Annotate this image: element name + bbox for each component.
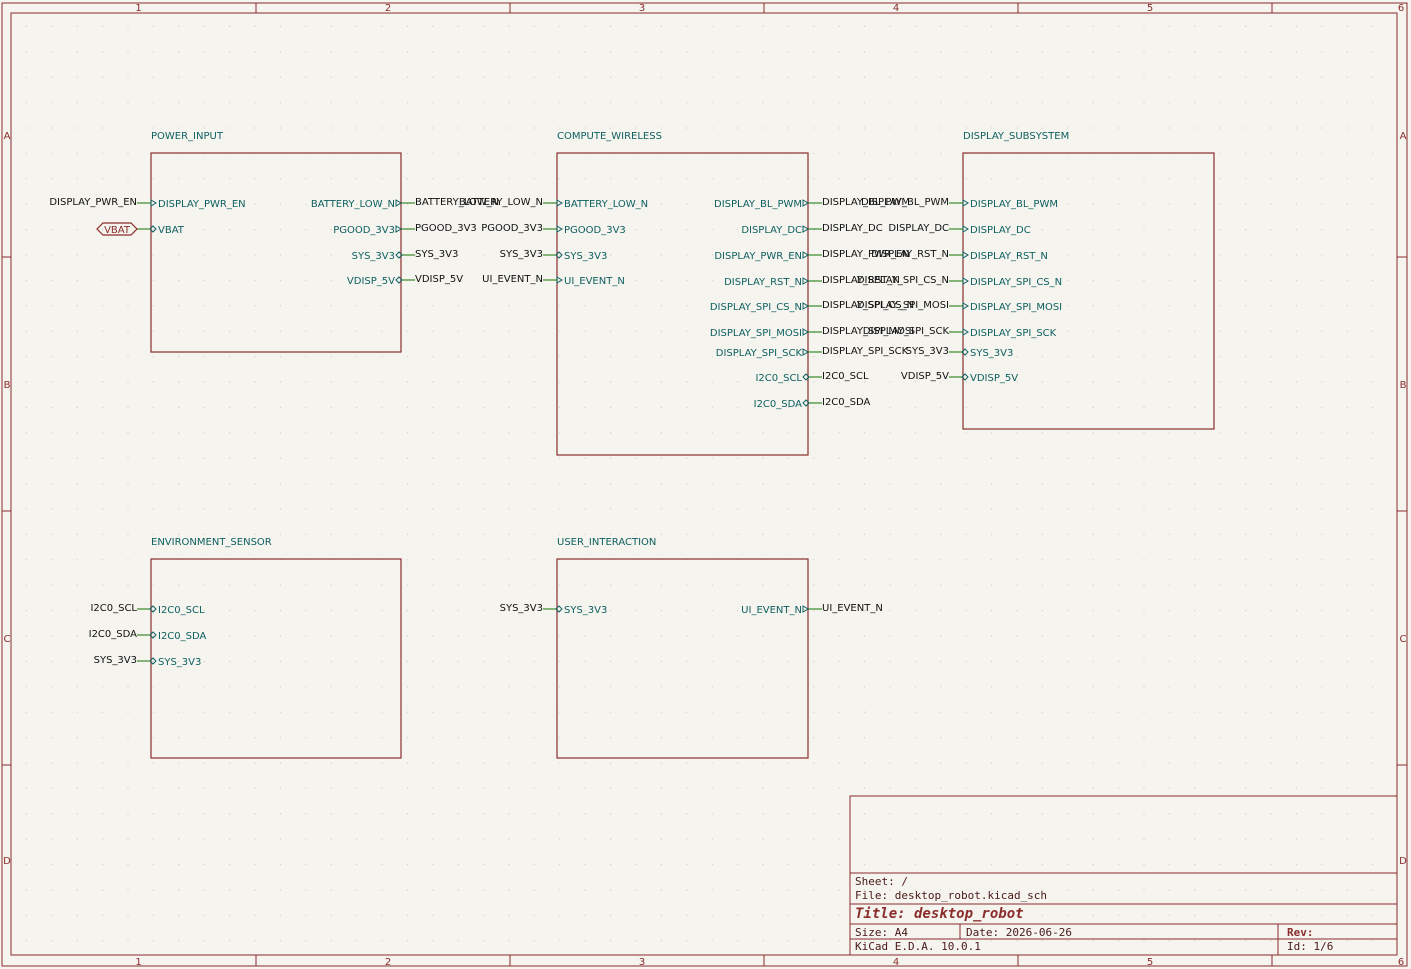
sheet-pin-label: DISPLAY_PWR_EN [714, 251, 802, 262]
net-label[interactable]: DISPLAY_SPI_SCK [822, 346, 909, 357]
sheet-pin-label: DISPLAY_SPI_MOSI [970, 302, 1062, 313]
sheet-pin-label: DISPLAY_RST_N [970, 251, 1048, 262]
net-label[interactable]: SYS_3V3 [906, 346, 949, 357]
net-label[interactable]: DISPLAY_SPI_SCK [863, 326, 950, 337]
title-block-rev: Rev: [1287, 926, 1314, 939]
sheet-title: COMPUTE_WIRELESS [557, 131, 662, 142]
sheet-pin-label: I2C0_SDA [754, 399, 803, 410]
net-label[interactable]: DISPLAY_DC [888, 223, 949, 234]
net-label[interactable]: I2C0_SDA [89, 629, 138, 640]
sheet-pin-label: DISPLAY_SPI_SCK [716, 348, 803, 359]
frame-col-label-top: 3 [639, 3, 645, 14]
sheet-pin-label: SYS_3V3 [970, 348, 1013, 359]
net-label[interactable]: SYS_3V3 [415, 249, 458, 260]
sheet-pin-label: I2C0_SCL [755, 373, 802, 384]
frame-col-label-bottom: 4 [893, 957, 899, 968]
net-label[interactable]: BATTERY_LOW_N [459, 197, 543, 208]
net-label[interactable]: I2C0_SDA [822, 397, 871, 408]
sheet-pin-label: DISPLAY_SPI_CS_N [970, 277, 1062, 288]
frame-col-label-bottom: 6 [1398, 957, 1404, 968]
sheet-pin-label: UI_EVENT_N [741, 605, 802, 616]
net-label[interactable]: DISPLAY_PWR_EN [49, 197, 137, 208]
net-label[interactable]: VDISP_5V [901, 371, 949, 382]
sheet-title: POWER_INPUT [151, 131, 224, 142]
sheet-pin-label: DISPLAY_SPI_MOSI [710, 328, 802, 339]
title-block-sheet: Sheet: / [855, 875, 908, 888]
title-block-tool: KiCad E.D.A. 10.0.1 [855, 940, 981, 953]
title-block-title: Title: desktop_robot [855, 906, 1024, 922]
title-block-size: Size: A4 [855, 926, 908, 939]
sheet-pin-label: SYS_3V3 [564, 251, 607, 262]
frame-col-label-top: 6 [1398, 3, 1404, 14]
sheet-pin-label: DISPLAY_BL_PWM [970, 199, 1058, 210]
sheet-pin-label: VBAT [158, 225, 185, 236]
frame-col-label-top: 1 [135, 3, 141, 14]
sheet-pin-label: DISPLAY_SPI_CS_N [710, 302, 802, 313]
frame-col-label-top: 4 [893, 3, 899, 14]
net-label[interactable]: SYS_3V3 [500, 249, 543, 260]
sheet-pin-label: BATTERY_LOW_N [311, 199, 395, 210]
sheet-pin-label: DISPLAY_RST_N [724, 277, 802, 288]
sheet-pin-label: SYS_3V3 [564, 605, 607, 616]
frame-row-label-right: B [1400, 380, 1407, 391]
title-block-date: Date: 2026-06-26 [966, 926, 1072, 939]
sheet-pin-label: SYS_3V3 [352, 251, 395, 262]
sheet-title: ENVIRONMENT_SENSOR [151, 537, 272, 548]
net-label[interactable]: SYS_3V3 [500, 603, 543, 614]
sheet-pin-label: VDISP_5V [347, 276, 395, 287]
title-block-file: File: desktop_robot.kicad_sch [855, 889, 1047, 902]
frame-row-label-left: A [4, 131, 11, 142]
net-label[interactable]: DISPLAY_BL_PWM [861, 197, 949, 208]
net-label[interactable]: VDISP_5V [415, 274, 463, 285]
net-label[interactable]: UI_EVENT_N [482, 274, 543, 285]
sheet-pin-label: I2C0_SCL [158, 605, 205, 616]
sheet-pin-label: DISPLAY_SPI_SCK [970, 328, 1057, 339]
net-label[interactable]: UI_EVENT_N [822, 603, 883, 614]
net-label[interactable]: PGOOD_3V3 [481, 223, 543, 234]
sheet-pin-label: DISPLAY_DC [741, 225, 802, 236]
sheet-title: DISPLAY_SUBSYSTEM [963, 131, 1069, 142]
global-label-text: VBAT [104, 225, 131, 236]
sheet-pin-label: DISPLAY_BL_PWM [714, 199, 802, 210]
sheet-pin-label: BATTERY_LOW_N [564, 199, 648, 210]
frame-row-label-right: A [1400, 131, 1407, 142]
sheet-pin-label: DISPLAY_DC [970, 225, 1031, 236]
net-label[interactable]: DISPLAY_SPI_CS_N [857, 275, 949, 286]
frame-col-label-bottom: 2 [385, 957, 391, 968]
net-label[interactable]: PGOOD_3V3 [415, 223, 477, 234]
frame-col-label-top: 5 [1147, 3, 1153, 14]
net-label[interactable]: DISPLAY_SPI_MOSI [857, 300, 949, 311]
net-label[interactable]: I2C0_SCL [90, 603, 137, 614]
net-label[interactable]: SYS_3V3 [94, 655, 137, 666]
frame-col-label-bottom: 1 [135, 957, 141, 968]
title-block-id: Id: 1/6 [1287, 940, 1333, 953]
frame-row-label-right: C [1400, 634, 1407, 645]
net-label[interactable]: DISPLAY_DC [822, 223, 883, 234]
frame-row-label-left: D [3, 856, 11, 867]
sheet-pin-label: PGOOD_3V3 [564, 225, 626, 236]
sheet-pin-label: SYS_3V3 [158, 657, 201, 668]
sheet-pin-label: DISPLAY_PWR_EN [158, 199, 246, 210]
frame-row-label-left: B [4, 380, 11, 391]
frame-col-label-bottom: 5 [1147, 957, 1153, 968]
sheet-title: USER_INTERACTION [557, 537, 656, 548]
frame-col-label-bottom: 3 [639, 957, 645, 968]
sheet-pin-label: I2C0_SDA [158, 631, 207, 642]
sheet-pin-label: PGOOD_3V3 [333, 225, 395, 236]
sheet-pin-label: UI_EVENT_N [564, 276, 625, 287]
frame-col-label-top: 2 [385, 3, 391, 14]
frame-row-label-left: C [4, 634, 11, 645]
schematic-canvas[interactable]: 1 1 2 2 3 3 4 4 5 5 6 6 A A B B C C D D POWER_INPUT DISPLAY_… [0, 0, 1411, 969]
net-label[interactable]: DISPLAY_RST_N [871, 249, 949, 260]
frame-row-label-right: D [1399, 856, 1407, 867]
sheet-pin-label: VDISP_5V [970, 373, 1018, 384]
net-label[interactable]: I2C0_SCL [822, 371, 869, 382]
